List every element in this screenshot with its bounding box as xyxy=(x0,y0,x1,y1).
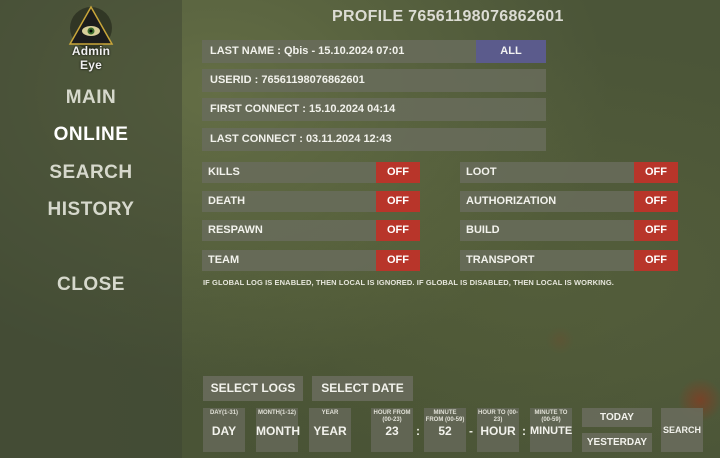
toggle-label: LOOT xyxy=(466,166,497,178)
toggle-label: BUILD xyxy=(466,224,500,236)
year-field-value[interactable]: YEAR xyxy=(309,424,351,438)
toggle-row-loot: LOOT OFF xyxy=(460,162,678,183)
today-button[interactable]: TODAY xyxy=(582,408,652,427)
time-separator: : xyxy=(522,424,526,438)
toggle-row-kills: KILLS OFF xyxy=(202,162,420,183)
select-date-button[interactable]: SELECT DATE xyxy=(312,376,413,401)
toggle-row-build: BUILD OFF xyxy=(460,220,678,241)
toggle-row-transport: TRANSPORT OFF xyxy=(460,250,678,271)
day-field-value[interactable]: DAY xyxy=(203,424,245,438)
toggle-death-button[interactable]: OFF xyxy=(376,191,420,212)
nav-close[interactable]: CLOSE xyxy=(0,274,182,296)
minute-to-label: MINUTE TO (00-59) xyxy=(534,410,568,423)
hour-from-field[interactable]: HOUR FROM (00-23) 23 xyxy=(371,408,413,452)
hour-to-value[interactable]: HOUR xyxy=(477,424,519,438)
range-separator: - xyxy=(469,424,473,438)
search-button[interactable]: SEARCH xyxy=(661,408,703,452)
minute-to-value[interactable]: MINUTE xyxy=(530,424,572,438)
hour-from-value[interactable]: 23 xyxy=(371,424,413,438)
day-field-label: DAY(1-31) xyxy=(209,410,239,416)
yesterday-button[interactable]: YESTERDAY xyxy=(582,433,652,452)
toggle-respawn-button[interactable]: OFF xyxy=(376,220,420,241)
hour-to-field[interactable]: HOUR TO (00-23) HOUR xyxy=(477,408,519,452)
first-connect-row: FIRST CONNECT : 15.10.2024 04:14 xyxy=(202,98,546,121)
month-field[interactable]: MONTH(1-12) MONTH xyxy=(256,408,300,452)
time-separator: : xyxy=(416,424,420,438)
toggle-row-team: TEAM OFF xyxy=(202,250,420,271)
toggle-transport-button[interactable]: OFF xyxy=(634,250,678,271)
hour-from-label: HOUR FROM (00-23) xyxy=(373,410,411,423)
page-title: PROFILE 76561198076862601 xyxy=(332,8,564,25)
toggle-row-authorization: AUTHORIZATION OFF xyxy=(460,191,678,212)
nav-online[interactable]: ONLINE xyxy=(0,124,182,146)
toggle-label: KILLS xyxy=(208,166,240,178)
toggle-authorization-button[interactable]: OFF xyxy=(634,191,678,212)
toggle-build-button[interactable]: OFF xyxy=(634,220,678,241)
minute-from-field[interactable]: MINUTE FROM (00-59) 52 xyxy=(424,408,466,452)
toggle-row-respawn: RESPAWN OFF xyxy=(202,220,420,241)
minute-from-label: MINUTE FROM (00-59) xyxy=(425,410,465,423)
select-logs-button[interactable]: SELECT LOGS xyxy=(203,376,303,401)
toggle-label: AUTHORIZATION xyxy=(466,195,557,207)
sidebar: Admin Eye MAIN ONLINE SEARCH HISTORY CLO… xyxy=(0,0,182,458)
toggle-label: DEATH xyxy=(208,195,246,207)
logo: Admin Eye xyxy=(60,4,122,72)
toggle-label: RESPAWN xyxy=(208,224,263,236)
toggle-kills-button[interactable]: OFF xyxy=(376,162,420,183)
year-field-label: YEAR xyxy=(321,410,339,416)
last-connect-row: LAST CONNECT : 03.11.2024 12:43 xyxy=(202,128,546,151)
toggle-team-button[interactable]: OFF xyxy=(376,250,420,271)
userid-row: USERID : 76561198076862601 xyxy=(202,69,546,92)
nav-history[interactable]: HISTORY xyxy=(0,199,182,221)
logo-text: Admin Eye xyxy=(71,44,111,72)
day-field[interactable]: DAY(1-31) DAY xyxy=(203,408,245,452)
toggle-label: TEAM xyxy=(208,254,240,266)
global-log-note: IF GLOBAL LOG IS ENABLED, THEN LOCAL IS … xyxy=(203,278,614,287)
toggle-label: TRANSPORT xyxy=(466,254,535,266)
month-field-label: MONTH(1-12) xyxy=(257,410,296,416)
year-field[interactable]: YEAR YEAR xyxy=(309,408,351,452)
all-button[interactable]: ALL xyxy=(476,40,546,63)
nav-main[interactable]: MAIN xyxy=(0,87,182,109)
toggle-loot-button[interactable]: OFF xyxy=(634,162,678,183)
toggle-row-death: DEATH OFF xyxy=(202,191,420,212)
nav-search[interactable]: SEARCH xyxy=(0,162,182,184)
minute-from-value[interactable]: 52 xyxy=(424,424,466,438)
minute-to-field[interactable]: MINUTE TO (00-59) MINUTE xyxy=(530,408,572,452)
hour-to-label: HOUR TO (00-23) xyxy=(478,410,518,423)
month-field-value[interactable]: MONTH xyxy=(256,424,300,438)
